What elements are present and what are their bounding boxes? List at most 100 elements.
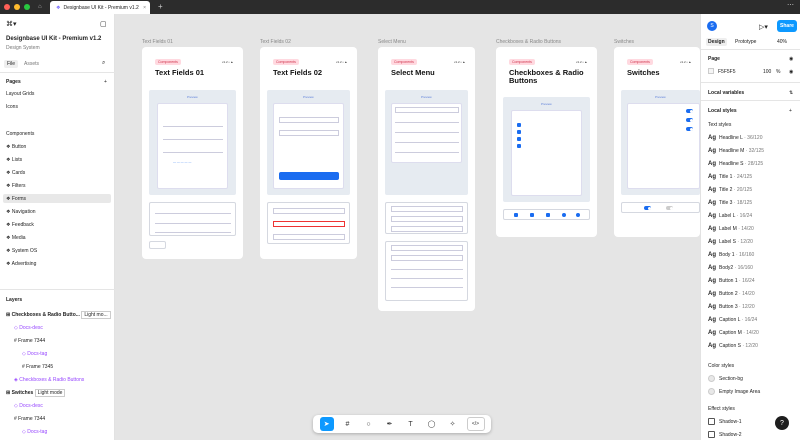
frame-text-fields-02[interactable]: Components v1.2 • ▲ Text Fields 02 Previ…	[260, 47, 357, 259]
checkbox[interactable]	[517, 123, 521, 127]
select-field[interactable]	[391, 206, 463, 212]
toggle-switch[interactable]	[666, 206, 673, 210]
color-style-item[interactable]: Empty Image Area	[719, 389, 760, 395]
layer-row[interactable]: ◇ Docs-tag	[22, 351, 47, 357]
layer-row[interactable]: ◇ Docs-tag	[22, 429, 47, 435]
text-style-item[interactable]: Ag Title 2 · 20/125	[708, 187, 752, 193]
text-style-item[interactable]: Ag Headline M · 32/125	[708, 148, 764, 154]
checkbox[interactable]	[517, 130, 521, 134]
local-variables[interactable]: Local variables	[708, 90, 744, 96]
main-menu-icon[interactable]: ⌘▾	[6, 20, 17, 28]
checkbox[interactable]	[517, 144, 521, 148]
tab-prototype[interactable]: Prototype	[735, 39, 756, 45]
canvas[interactable]: Text Fields 01 Components v1.2 • ▲ Text …	[115, 14, 700, 440]
zoom-level[interactable]: 40%	[777, 39, 787, 45]
pen-tool-icon[interactable]: ✒	[383, 417, 397, 431]
text-style-item[interactable]: Ag Button 3 · 12/20	[708, 304, 755, 310]
tab-design[interactable]: Design	[706, 38, 727, 46]
text-style-item[interactable]: Ag Headline L · 36/120	[708, 135, 762, 141]
minimize-window-button[interactable]	[14, 4, 20, 10]
file-title[interactable]: Designbase UI Kit - Premium v1.2	[6, 36, 101, 42]
layer-row[interactable]: # Frame 7344	[14, 338, 45, 344]
frame-label[interactable]: Switches	[614, 39, 634, 45]
layer-row[interactable]: ⊞ Checkboxes & Radio Butto... Light mo..…	[6, 311, 111, 319]
radio-button[interactable]	[562, 213, 566, 217]
toggle-switch[interactable]	[686, 127, 693, 131]
text-style-item[interactable]: Ag Caption L · 16/24	[708, 317, 757, 323]
close-tab-icon[interactable]: ×	[143, 5, 146, 11]
frame-label[interactable]: Text Fields 02	[260, 39, 291, 45]
page-item-advertising[interactable]: ❖ Advertising	[6, 261, 36, 267]
text-style-item[interactable]: Ag Button 1 · 16/24	[708, 278, 755, 284]
avatar[interactable]: S	[707, 21, 717, 31]
toggle-switch[interactable]	[686, 118, 693, 122]
tab-assets[interactable]: Assets	[24, 61, 39, 67]
close-window-button[interactable]	[4, 4, 10, 10]
page-item[interactable]: Layout Grids	[6, 91, 34, 97]
page-opacity-value[interactable]: 100	[763, 69, 771, 75]
comment-tool-icon[interactable]: ◯	[425, 417, 439, 431]
error-input-field[interactable]	[273, 221, 345, 227]
layer-row[interactable]: ⊞ Switches Light mode	[6, 389, 66, 397]
text-style-item[interactable]: Ag Label S · 12/20	[708, 239, 753, 245]
shape-tool-icon[interactable]: ○	[362, 417, 376, 431]
present-icon[interactable]: ▷▾	[759, 23, 768, 31]
toggle-switch[interactable]	[644, 206, 651, 210]
text-style-item[interactable]: Ag Body2 · 16/160	[708, 265, 753, 271]
dev-mode-icon[interactable]: </>	[466, 417, 485, 431]
checkbox[interactable]	[517, 137, 521, 141]
select-field[interactable]	[391, 245, 463, 251]
input-field[interactable]	[273, 208, 345, 214]
text-style-item[interactable]: Ag Body 1 · 16/160	[708, 252, 754, 258]
visibility-icon[interactable]: ◉	[789, 69, 793, 75]
frame-label[interactable]: Checkboxes & Radio Buttons	[496, 39, 561, 45]
move-tool-icon[interactable]: ➤	[319, 417, 334, 431]
frame-label[interactable]: Text Fields 01	[142, 39, 173, 45]
text-style-item[interactable]: Ag Caption S · 12/20	[708, 343, 758, 349]
text-style-item[interactable]: Ag Label L · 16/24	[708, 213, 752, 219]
page-item-system-os[interactable]: ❖ System OS	[6, 248, 37, 254]
input-field[interactable]	[273, 234, 345, 240]
page-color-value[interactable]: F5F5F5	[718, 69, 736, 75]
more-icon[interactable]: ⋯	[787, 1, 794, 9]
select-field[interactable]	[391, 226, 463, 232]
effect-style-item[interactable]: Shadow-2	[719, 432, 742, 438]
radio-button[interactable]	[576, 213, 580, 217]
maximize-window-button[interactable]	[24, 4, 30, 10]
frame-switches[interactable]: Components v1.2 • ▲ Switches Preview	[614, 47, 700, 237]
text-style-item[interactable]: Ag Label M · 14/20	[708, 226, 754, 232]
eye-icon[interactable]: ◉	[789, 56, 793, 62]
page-item-lists[interactable]: ❖ Lists	[6, 157, 22, 163]
select-field[interactable]	[391, 216, 463, 222]
page-item-feedback[interactable]: ❖ Feedback	[6, 222, 34, 228]
input-field[interactable]	[279, 130, 339, 136]
link-text[interactable]: — — — — —	[173, 160, 191, 164]
frame-select-menu[interactable]: Components v1.2 • ▲ Select Menu Preview	[378, 47, 475, 311]
toggle-switch[interactable]	[686, 109, 693, 113]
components-header[interactable]: Components	[6, 131, 34, 137]
new-tab-icon[interactable]: +	[158, 2, 163, 11]
text-tool-icon[interactable]: T	[404, 417, 418, 431]
add-page-icon[interactable]: +	[104, 79, 107, 85]
actions-tool-icon[interactable]: ✧	[446, 417, 460, 431]
checkbox[interactable]	[546, 213, 550, 217]
effect-style-item[interactable]: Shadow-1	[719, 419, 742, 425]
page-item-navigation[interactable]: ❖ Navigation	[6, 209, 36, 215]
add-style-icon[interactable]: +	[789, 108, 792, 114]
page-color-swatch[interactable]	[708, 68, 714, 74]
page-item-cards[interactable]: ❖ Cards	[6, 170, 25, 176]
text-style-item[interactable]: Ag Caption M · 14/20	[708, 330, 759, 336]
text-style-item[interactable]: Ag Headline S · 28/125	[708, 161, 763, 167]
frame-tool-icon[interactable]: #	[341, 417, 355, 431]
frame-text-fields-01[interactable]: Components v1.2 • ▲ Text Fields 01 Previ…	[142, 47, 243, 259]
page-item[interactable]: Icons	[6, 104, 18, 110]
text-style-item[interactable]: Ag Button 2 · 14/20	[708, 291, 755, 297]
file-tab[interactable]: ❖ Designbase UI Kit - Premium v1.2 ×	[50, 1, 150, 14]
layer-row[interactable]: # Frame 7344	[14, 416, 45, 422]
tab-file[interactable]: File	[4, 60, 19, 68]
layer-row[interactable]: ◇ Docs-desc	[14, 403, 43, 409]
select-field[interactable]	[395, 107, 459, 113]
checkbox[interactable]	[514, 213, 518, 217]
text-style-item[interactable]: Ag Title 1 · 24/125	[708, 174, 752, 180]
page-item-button[interactable]: ❖ Button	[6, 144, 26, 150]
